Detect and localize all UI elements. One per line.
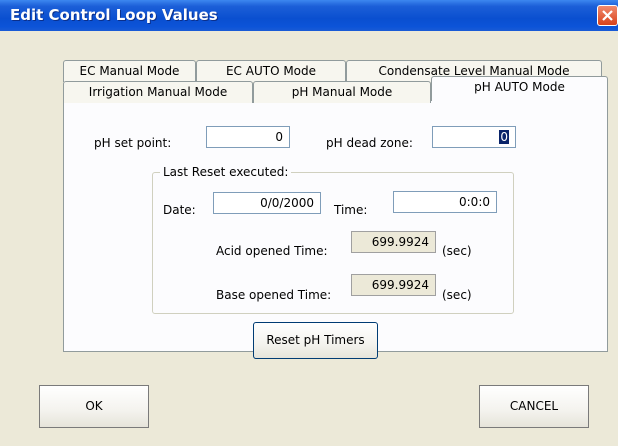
- base-opened-time-label: Base opened Time:: [216, 288, 332, 302]
- ok-button[interactable]: OK: [39, 385, 149, 428]
- last-reset-group-title: Last Reset executed:: [160, 165, 292, 179]
- close-icon: [602, 10, 613, 21]
- time-label: Time:: [334, 203, 368, 217]
- date-input[interactable]: 0/0/2000: [213, 192, 321, 214]
- title-bar: Edit Control Loop Values: [0, 0, 618, 31]
- ph-set-point-input[interactable]: 0: [206, 126, 290, 148]
- acid-opened-time-value: 699.9924: [351, 231, 436, 253]
- tab-ph-manual-mode[interactable]: pH Manual Mode: [253, 81, 431, 103]
- acid-unit-label: (sec): [442, 244, 472, 258]
- ph-set-point-label: pH set point:: [94, 136, 172, 150]
- time-input[interactable]: 0:0:0: [393, 191, 497, 213]
- tab-irrigation-manual-mode[interactable]: Irrigation Manual Mode: [63, 81, 253, 103]
- ph-dead-zone-label: pH dead zone:: [326, 136, 413, 150]
- date-label: Date:: [163, 203, 196, 217]
- base-opened-time-value: 699.9924: [351, 274, 436, 296]
- tab-ph-auto-mode[interactable]: pH AUTO Mode: [431, 76, 608, 101]
- acid-opened-time-label: Acid opened Time:: [216, 244, 328, 258]
- reset-ph-timers-button[interactable]: Reset pH Timers: [253, 322, 378, 359]
- window-title: Edit Control Loop Values: [10, 6, 218, 24]
- ph-dead-zone-input[interactable]: 0: [432, 126, 516, 148]
- tab-ec-manual-mode[interactable]: EC Manual Mode: [63, 60, 196, 82]
- ph-dead-zone-value: 0: [499, 130, 509, 144]
- cancel-button[interactable]: CANCEL: [479, 385, 589, 428]
- close-button[interactable]: [597, 5, 618, 26]
- base-unit-label: (sec): [442, 288, 472, 302]
- tab-ec-auto-mode[interactable]: EC AUTO Mode: [196, 60, 346, 82]
